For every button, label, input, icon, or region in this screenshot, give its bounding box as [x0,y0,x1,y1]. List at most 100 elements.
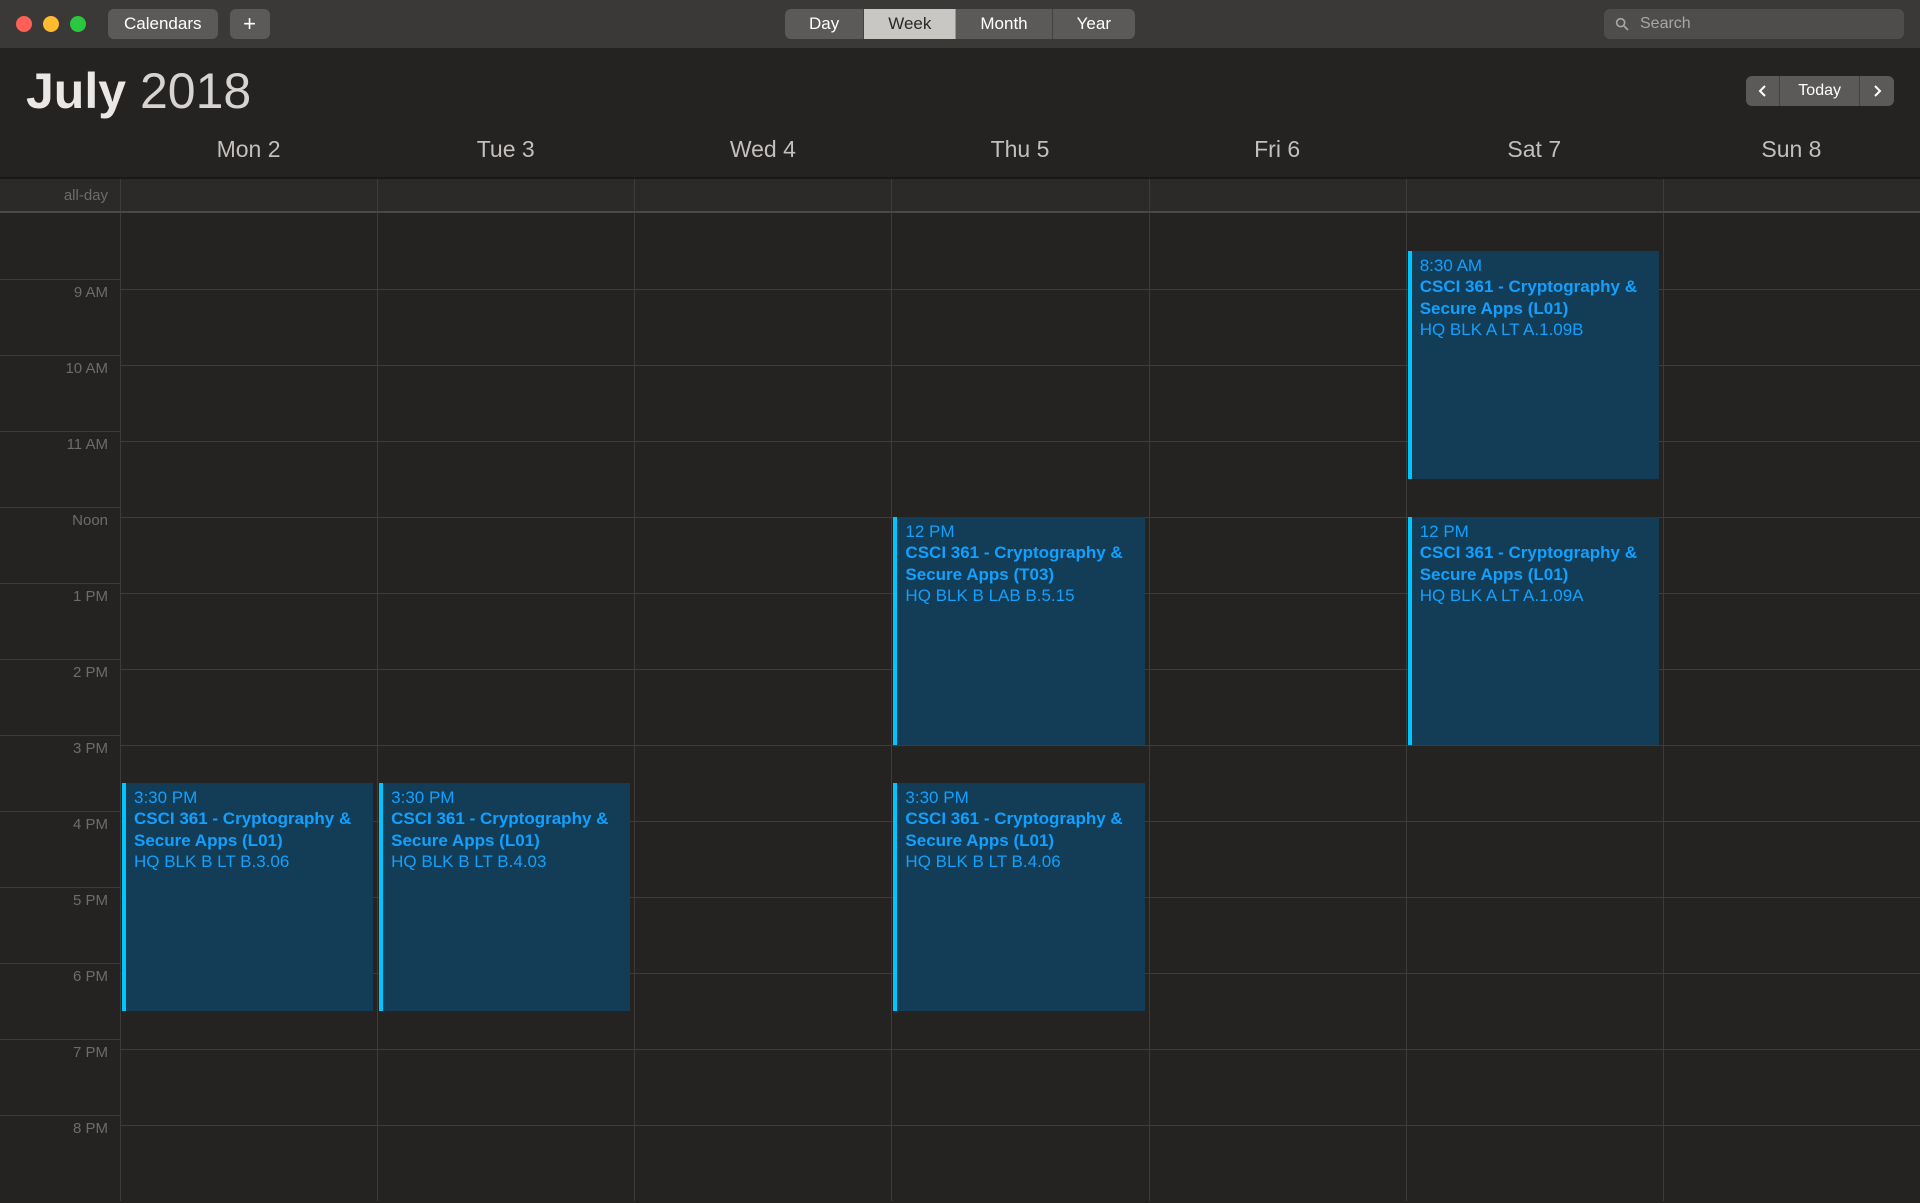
all-day-label: all-day [0,179,120,211]
search-field[interactable] [1604,9,1904,39]
minimize-window-button[interactable] [43,16,59,32]
hour-slot[interactable] [1149,745,1406,821]
hour-slot[interactable] [1149,365,1406,441]
page-title: July 2018 [26,66,251,116]
hour-slot[interactable] [1663,213,1920,289]
calendar-event[interactable]: 3:30 PMCSCI 361 - Cryptography & Secure … [122,783,373,1011]
hour-slot[interactable] [1663,821,1920,897]
all-day-cell[interactable] [1149,179,1406,211]
view-tab-day[interactable]: Day [785,9,864,39]
hour-slot[interactable] [1663,517,1920,593]
hour-slot[interactable] [377,669,634,745]
hour-slot[interactable] [377,289,634,365]
event-title: CSCI 361 - Cryptography & Secure Apps (L… [1420,276,1651,319]
today-button[interactable]: Today [1780,76,1860,106]
hour-slot[interactable] [120,669,377,745]
hour-slot[interactable] [1663,1125,1920,1201]
all-day-cell[interactable] [891,179,1148,211]
hour-slot[interactable] [891,365,1148,441]
hour-slot[interactable] [1149,517,1406,593]
all-day-cell[interactable] [120,179,377,211]
hour-slot[interactable] [1149,973,1406,1049]
all-day-cell[interactable] [377,179,634,211]
prev-week-button[interactable] [1746,76,1780,106]
hour-slot[interactable] [1663,289,1920,365]
hour-slot[interactable] [1149,593,1406,669]
view-tab-year[interactable]: Year [1053,9,1135,39]
hour-slot[interactable] [377,213,634,289]
hour-slot[interactable] [1149,289,1406,365]
hour-slot[interactable] [634,821,891,897]
view-tab-week[interactable]: Week [864,9,956,39]
hour-slot[interactable] [634,365,891,441]
hour-slot[interactable] [891,1125,1148,1201]
hour-slot[interactable] [377,1125,634,1201]
hour-slot[interactable] [634,517,891,593]
calendar-event[interactable]: 12 PMCSCI 361 - Cryptography & Secure Ap… [893,517,1144,745]
calendar-event[interactable]: 3:30 PMCSCI 361 - Cryptography & Secure … [893,783,1144,1011]
hour-slot[interactable] [634,441,891,517]
hour-slot[interactable] [1663,745,1920,821]
hour-slot[interactable] [377,1049,634,1125]
fullscreen-window-button[interactable] [70,16,86,32]
hour-slot[interactable] [1149,441,1406,517]
hour-slot[interactable] [1149,1125,1406,1201]
hour-slot[interactable] [1149,821,1406,897]
hour-slot[interactable] [120,213,377,289]
hour-slot[interactable] [1406,973,1663,1049]
hour-slot[interactable] [891,289,1148,365]
hour-slot[interactable] [377,593,634,669]
calendars-button[interactable]: Calendars [108,9,218,39]
view-tab-month[interactable]: Month [956,9,1052,39]
hour-slot[interactable] [1663,669,1920,745]
hour-slot[interactable] [891,1049,1148,1125]
hour-slot[interactable] [634,973,891,1049]
hour-slot[interactable] [1149,669,1406,745]
calendar-event[interactable]: 3:30 PMCSCI 361 - Cryptography & Secure … [379,783,630,1011]
hour-slot[interactable] [1149,897,1406,973]
hour-slot[interactable] [891,441,1148,517]
hour-slot[interactable] [377,441,634,517]
add-event-button[interactable]: + [230,9,270,39]
next-week-button[interactable] [1860,76,1894,106]
all-day-cell[interactable] [1663,179,1920,211]
hour-slot[interactable] [1149,213,1406,289]
hour-slot[interactable] [634,593,891,669]
hour-slot[interactable] [1663,365,1920,441]
hour-slot[interactable] [634,213,891,289]
hour-slot[interactable] [1663,441,1920,517]
hour-slot[interactable] [1149,1049,1406,1125]
hour-slot[interactable] [1406,1125,1663,1201]
calendar-event[interactable]: 8:30 AMCSCI 361 - Cryptography & Secure … [1408,251,1659,479]
hour-slot[interactable] [1406,897,1663,973]
calendar-grid[interactable]: 9 AM10 AM11 AMNoon1 PM2 PM3 PM4 PM5 PM6 … [0,213,1920,1203]
hour-slot[interactable] [120,593,377,669]
hour-slot[interactable] [1406,1049,1663,1125]
hour-slot[interactable] [634,745,891,821]
close-window-button[interactable] [16,16,32,32]
hour-slot[interactable] [1406,821,1663,897]
hour-slot[interactable] [120,441,377,517]
hour-slot[interactable] [1663,593,1920,669]
hour-slot[interactable] [634,1125,891,1201]
all-day-cell[interactable] [634,179,891,211]
hour-slot[interactable] [1663,1049,1920,1125]
hour-slot[interactable] [1406,745,1663,821]
hour-slot[interactable] [634,1049,891,1125]
hour-slot[interactable] [891,213,1148,289]
hour-slot[interactable] [377,365,634,441]
search-input[interactable] [1638,14,1894,34]
hour-slot[interactable] [120,1049,377,1125]
hour-slot[interactable] [1663,897,1920,973]
hour-slot[interactable] [120,1125,377,1201]
hour-slot[interactable] [120,289,377,365]
hour-slot[interactable] [377,517,634,593]
hour-slot[interactable] [120,517,377,593]
calendar-event[interactable]: 12 PMCSCI 361 - Cryptography & Secure Ap… [1408,517,1659,745]
hour-slot[interactable] [634,669,891,745]
hour-slot[interactable] [1663,973,1920,1049]
all-day-cell[interactable] [1406,179,1663,211]
hour-slot[interactable] [634,289,891,365]
hour-slot[interactable] [120,365,377,441]
hour-slot[interactable] [634,897,891,973]
